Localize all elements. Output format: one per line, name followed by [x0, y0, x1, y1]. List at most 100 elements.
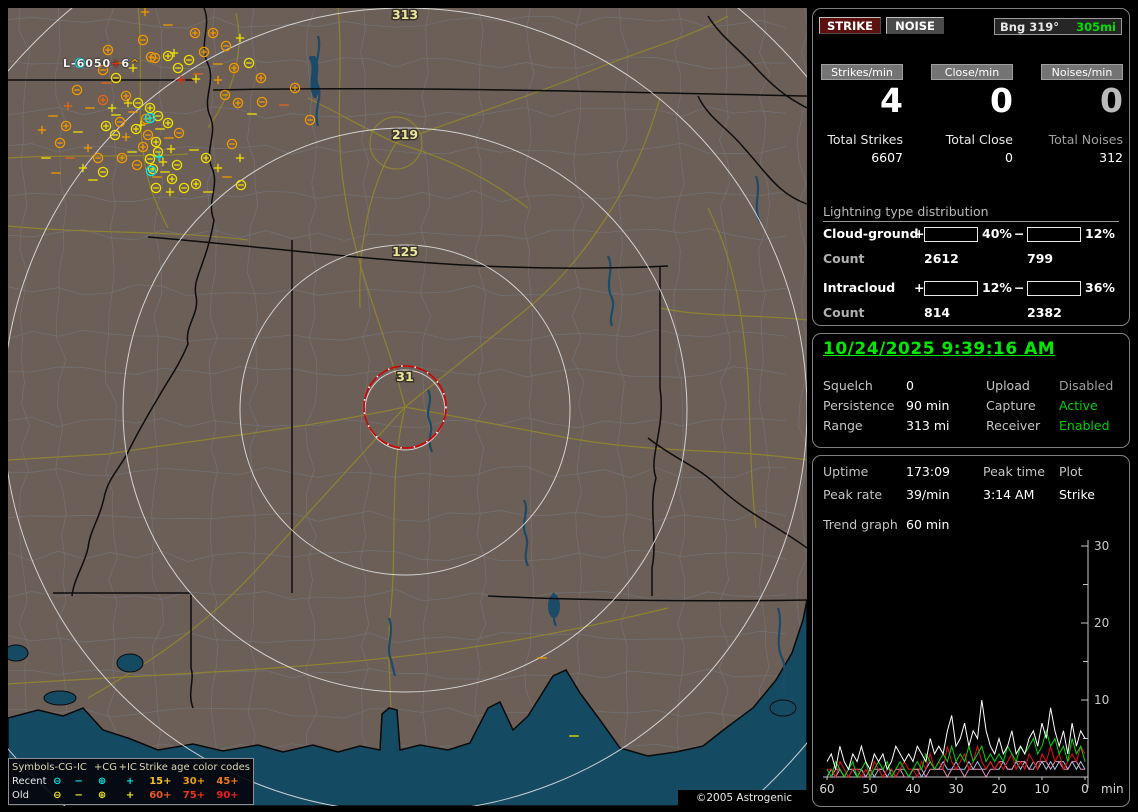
cell-id: L-6050 [63, 57, 112, 70]
trend-series-Total strikes [826, 699, 1086, 771]
datetime-display: 10/24/2025 9:39:16 AM [823, 339, 1056, 359]
legend-old-row: Old ⊖ − ⊕ + 60+ 75+ 90+ [12, 788, 250, 802]
capture-label: Capture [986, 398, 1036, 413]
bearing-display: Bng 319° 305mi [994, 18, 1122, 35]
ring-label-31: 31 [396, 369, 413, 384]
circle-minus-icon: ⊖ [53, 775, 62, 787]
upload-label: Upload [986, 378, 1030, 393]
status-panel: 10/24/2025 9:39:16 AM Squelch 0 Upload D… [812, 333, 1130, 448]
ring-label-313: 313 [392, 8, 418, 22]
svg-text:40: 40 [905, 782, 920, 796]
legend-col-neg-ic: -IC [73, 761, 87, 773]
total-noises-value: 312 [1099, 150, 1123, 165]
strike-mode-button[interactable]: STRIKE [819, 17, 881, 34]
receiver-status: Enabled [1059, 418, 1110, 433]
age-15: 15+ [149, 775, 172, 787]
svg-text:30: 30 [948, 782, 963, 796]
noise-mode-button[interactable]: NOISE [886, 17, 944, 34]
plus-sign: + [914, 280, 925, 295]
legend-recent-row: Recent ⊖ − ⊕ + 15+ 30+ 45+ [12, 774, 250, 788]
svg-text:10: 10 [1094, 693, 1109, 707]
persistence-value: 90 min [906, 398, 950, 413]
cloud-ground-row: Cloud-ground + 40% − 12% [813, 226, 1129, 242]
copyright-notice: ©2005 Astrogenic Systems [678, 790, 807, 806]
counts-panel: STRIKE NOISE Bng 319° 305mi Strikes/min … [812, 8, 1130, 326]
cg-neg-count: 799 [1027, 251, 1054, 266]
legend-col-neg-cg: -CG [54, 761, 73, 773]
age-75: 75+ [182, 789, 206, 801]
symbols-legend: Symbols -CG -IC +CG +IC Strike age color… [8, 758, 254, 805]
plus-sign: + [914, 226, 925, 241]
ic-pos-count: 814 [924, 305, 951, 320]
svg-text:min: min [1101, 782, 1124, 796]
strike-rate-trend-chart: 10 20 30 60 50 40 30 20 10 0 min [819, 539, 1124, 796]
squelch-label: Squelch [823, 378, 873, 393]
svg-text:10: 10 [1034, 782, 1049, 796]
circle-plus-icon: ⊕ [97, 775, 107, 787]
count-label: Count [823, 251, 865, 266]
close-per-min-chip[interactable]: Close/min [931, 64, 1013, 80]
minus-sign: − [1014, 226, 1025, 241]
bearing-value: Bng 319° [1000, 19, 1059, 34]
age-45: 45+ [216, 775, 239, 787]
age-90: 90+ [216, 789, 239, 801]
svg-text:20: 20 [1094, 616, 1109, 630]
distribution-title: Lightning type distribution [823, 204, 1119, 222]
ring-label-219: 219 [392, 127, 418, 142]
map-canvas: 31 125 219 313 [8, 8, 807, 806]
svg-text:50: 50 [862, 782, 877, 796]
cell-trend-caret: ^ [130, 57, 141, 70]
ic-neg-bar [1027, 281, 1081, 296]
capture-status: Active [1059, 398, 1098, 413]
cg-pos-pct: 40% [982, 226, 1012, 241]
total-strikes-label: Total Strikes [827, 132, 903, 147]
close-per-min-value: 0 [990, 81, 1013, 120]
bearing-distance: 305mi [1076, 19, 1116, 34]
minus-sign: − [1014, 280, 1025, 295]
noises-per-min-chip[interactable]: Noises/min [1041, 64, 1123, 80]
lightning-map[interactable]: 31 125 219 313 L-6050+6^ Symbols -CG -IC +C… [8, 8, 807, 806]
nexstorm-window: 31 125 219 313 L-6050+6^ Symbols -CG -IC +C… [0, 0, 1138, 812]
age-60: 60+ [149, 789, 172, 801]
persistence-label: Persistence [823, 398, 895, 413]
upload-status: Disabled [1059, 378, 1114, 393]
total-close-label: Total Close [945, 132, 1013, 147]
total-strikes-value: 6607 [871, 150, 903, 165]
range-value: 313 mi [906, 418, 950, 433]
minus-icon: − [74, 789, 83, 801]
plus-icon: + [125, 775, 135, 787]
strikes-per-min-chip[interactable]: Strikes/min [821, 64, 903, 80]
squelch-value: 0 [906, 378, 914, 393]
strikes-per-min-value: 4 [880, 81, 903, 120]
plus-icon: + [125, 789, 135, 801]
cell-polarity: + [111, 57, 122, 70]
legend-col-pos-cg: +CG [93, 761, 118, 773]
minus-icon: − [74, 775, 83, 787]
cell-count: 6 [121, 57, 131, 70]
trend-panel: Uptime 173:09 Peak time Plot Peak rate 3… [812, 455, 1130, 807]
cg-neg-bar [1027, 227, 1081, 242]
svg-text:20: 20 [991, 782, 1006, 796]
intracloud-label: Intracloud [823, 280, 896, 295]
cg-neg-pct: 12% [1085, 226, 1115, 241]
count-label: Count [823, 305, 865, 320]
ic-pos-pct: 12% [982, 280, 1012, 295]
cg-pos-count: 2612 [924, 251, 959, 266]
legend-col-pos-ic: +IC [118, 761, 137, 773]
legend-recent-label: Recent [12, 775, 47, 787]
legend-old-label: Old [12, 789, 29, 801]
legend-age-header: Strike age color codes [139, 761, 250, 773]
cg-pos-bar [924, 227, 978, 242]
age-30: 30+ [182, 775, 206, 787]
svg-text:0: 0 [1081, 782, 1089, 796]
intracloud-row: Intracloud + 12% − 36% [813, 280, 1129, 296]
ring-label-125: 125 [392, 244, 418, 259]
ic-neg-count: 2382 [1027, 305, 1062, 320]
ic-pos-bar [924, 281, 978, 296]
legend-symbols-header: Symbols [12, 761, 55, 773]
cloud-ground-label: Cloud-ground [823, 226, 919, 241]
circle-plus-icon: ⊕ [97, 789, 107, 801]
svg-text:60: 60 [819, 782, 834, 796]
circle-minus-icon: ⊖ [53, 789, 62, 801]
total-close-value: 0 [1005, 150, 1013, 165]
